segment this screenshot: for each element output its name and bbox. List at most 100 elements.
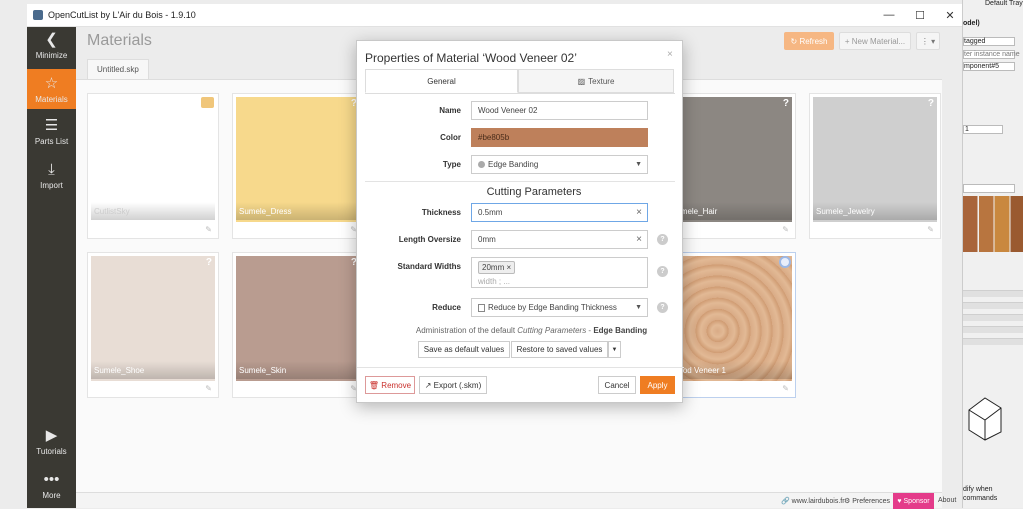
material-thumbnails[interactable] (963, 196, 1023, 252)
preferences-button[interactable]: ⚙ Preferences (844, 497, 890, 505)
thickness-input[interactable]: 0.5mm × (471, 203, 648, 222)
export-button[interactable]: ↗ Export (.skm) (419, 376, 487, 394)
section-divider (365, 181, 675, 182)
material-card-selected[interactable]: Wood Veneer 1 ✎ (664, 252, 796, 398)
house-instructor-icon (968, 397, 1002, 441)
status-bar: 🔗 www.lairdubois.fr ⚙ Preferences ♥ Spon… (76, 492, 956, 509)
materials-icon: ☆ (44, 74, 59, 92)
sidebar-item-more[interactable]: ••• More (27, 471, 76, 501)
help-icon[interactable]: ? (657, 302, 668, 313)
material-card[interactable]: ? Sumele_Jewelry ✎ (809, 93, 941, 239)
page-title: Materials (87, 32, 152, 49)
material-card[interactable]: ? Sumele_Hair ✎ (664, 93, 796, 239)
save-default-values-button[interactable]: Save as default values (418, 341, 510, 358)
tray-section-bar[interactable] (963, 290, 1023, 297)
instructor-text-1: dify when (963, 486, 993, 493)
tray-section-bar[interactable] (963, 338, 1023, 345)
tray-section-bar[interactable] (963, 326, 1023, 333)
more-dots-icon: ••• (43, 471, 60, 488)
import-icon: ⤓ (48, 161, 55, 178)
tab-divider (365, 93, 675, 94)
color-label: Color (440, 133, 461, 142)
window-title-bar: OpenCutList by L'Air du Bois - 1.9.10 — … (27, 4, 962, 27)
sponsor-button[interactable]: ♥ Sponsor (893, 493, 934, 509)
sidebar-item-label: Parts List (34, 137, 69, 146)
tab-file[interactable]: Untitled.skp (87, 59, 149, 79)
tray-section-bar[interactable] (963, 302, 1023, 309)
thickness-label: Thickness (421, 208, 461, 217)
type-select[interactable]: Edge Banding ▼ (471, 155, 648, 174)
instructor-text-2: commands (963, 495, 998, 502)
admin-prefix: Administration of the default (415, 326, 518, 335)
website-link[interactable]: 🔗 www.lairdubois.fr (781, 497, 845, 505)
edit-icon[interactable]: ✎ (205, 384, 212, 393)
sidebar-item-minimize[interactable]: ❮ Minimize (27, 31, 76, 61)
sidebar-item-tutorials[interactable]: ▶ Tutorials (27, 427, 76, 457)
sidebar-item-materials[interactable]: ☆ Materials (27, 69, 76, 109)
refresh-button[interactable]: ↻ Refresh (784, 32, 834, 50)
type-label: Type (442, 160, 461, 169)
help-icon[interactable]: ? (657, 266, 668, 277)
maximize-window-button[interactable]: ☐ (905, 4, 935, 26)
edit-icon[interactable]: ✎ (782, 225, 789, 234)
play-icon: ▶ (45, 427, 58, 444)
color-input[interactable]: #be805b (471, 128, 648, 147)
material-card[interactable]: CutlistSky ✎ (87, 93, 219, 239)
standard-widths-input[interactable]: 20mm × width ; ... (471, 257, 648, 288)
more-menu-button[interactable]: ⋮ ▾ (916, 32, 940, 50)
sidebar-item-import[interactable]: ⤓ Import (27, 161, 76, 191)
material-name: Sumele_Shoe (91, 361, 215, 379)
edit-icon[interactable]: ✎ (782, 384, 789, 393)
tray-section-bar[interactable] (963, 314, 1023, 321)
edit-icon[interactable]: ✎ (205, 225, 212, 234)
restore-saved-values-button[interactable]: Restore to saved values (511, 341, 608, 358)
close-dialog-button[interactable]: × (667, 49, 673, 60)
reduce-select[interactable]: Reduce by Edge Banding Thickness ▼ (471, 298, 648, 317)
tab-texture[interactable]: ▨ Texture (518, 69, 674, 93)
admin-caption: Administration of the default Cutting Pa… (357, 326, 684, 335)
tab-label: Texture (588, 76, 615, 86)
length-oversize-label: Length Oversize (398, 235, 461, 244)
minimize-window-button[interactable]: — (874, 4, 904, 26)
name-input[interactable]: Wood Veneer 02 (471, 101, 648, 120)
clear-icon[interactable]: × (636, 207, 642, 218)
edge-banding-icon (478, 161, 485, 168)
width-chip[interactable]: 20mm × (478, 261, 516, 274)
material-name: Sumele_Hair (668, 202, 792, 220)
host-tray-panel: Default Tray odel) tagged ter instance n… (962, 0, 1023, 508)
admin-italic: Cutting Parameters (517, 326, 587, 335)
new-material-button[interactable]: + New Material... (839, 32, 911, 50)
edit-icon[interactable]: ✎ (927, 225, 934, 234)
chevron-down-icon: ▼ (635, 161, 642, 168)
about-button[interactable]: About (938, 497, 956, 504)
clear-icon[interactable]: × (636, 234, 642, 245)
material-select[interactable] (963, 184, 1015, 193)
app-logo-icon (33, 10, 43, 20)
material-card[interactable]: ? Sumele_Shoe ✎ (87, 252, 219, 398)
remove-button[interactable]: 🗑 Remove (365, 376, 415, 394)
cancel-button[interactable]: Cancel (598, 376, 636, 394)
help-icon[interactable]: ? (657, 234, 668, 245)
unknown-type-icon: ? (927, 98, 934, 109)
material-name: Sumele_Jewelry (813, 202, 937, 220)
type-value: Edge Banding (488, 160, 539, 169)
close-window-button[interactable]: ✕ (935, 4, 965, 26)
chevron-down-icon[interactable]: ▼ (608, 341, 621, 358)
tray-model-label: odel) (963, 20, 980, 27)
definition-name-field[interactable]: mponent#5 (963, 62, 1015, 71)
length-oversize-input[interactable]: 0mm × (471, 230, 648, 249)
oversize-value: 0mm (478, 235, 496, 244)
instance-name-field[interactable]: ter instance name (963, 50, 1020, 59)
tab-general[interactable]: General (365, 69, 518, 93)
sidebar-item-parts-list[interactable]: ☰ Parts List (27, 117, 76, 147)
unknown-type-icon: ? (205, 257, 212, 268)
apply-button[interactable]: Apply (640, 376, 675, 394)
number-field[interactable]: 1 (963, 125, 1003, 134)
tag-select[interactable]: tagged (963, 37, 1015, 46)
material-card[interactable]: ? Sumele_Skin ✎ (232, 252, 364, 398)
chip-label: 20mm (482, 263, 505, 272)
name-label: Name (439, 106, 461, 115)
chevron-down-icon: ▼ (635, 304, 642, 311)
reduce-icon (478, 303, 485, 312)
material-card[interactable]: ? Sumele_Dress ✎ (232, 93, 364, 239)
